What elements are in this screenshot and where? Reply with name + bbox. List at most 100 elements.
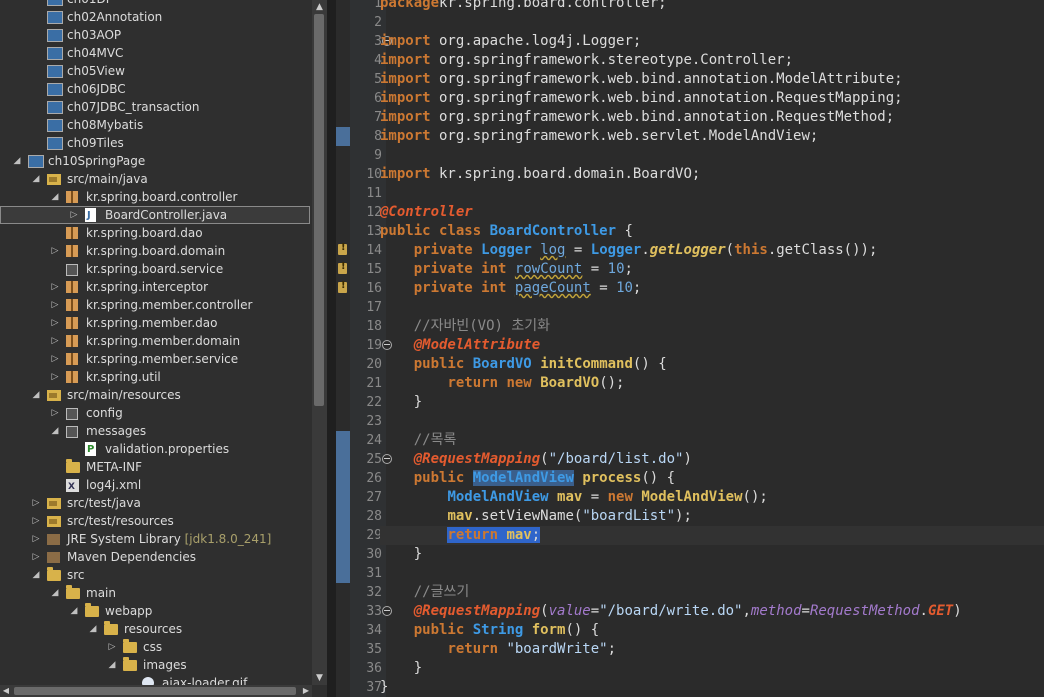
tree-vertical-scrollbar[interactable]: ▲ ▼ — [312, 0, 327, 685]
code-line[interactable]: private Logger log = Logger.getLogger(th… — [380, 241, 1044, 260]
expand-arrow-icon[interactable]: ▷ — [31, 512, 41, 530]
code-line[interactable]: packagekr.spring.board.controller; — [380, 0, 1044, 13]
collapse-arrow-icon[interactable]: ◢ — [50, 584, 60, 602]
code-line[interactable] — [380, 146, 1044, 165]
scrollbar-thumb[interactable] — [14, 687, 296, 695]
tree-item[interactable]: ◢ src — [0, 566, 310, 584]
tree-item[interactable]: ◢ main — [0, 584, 310, 602]
tree-item[interactable]: kr.spring.board.service — [0, 260, 310, 278]
tree-item[interactable]: ▷ src/test/resources — [0, 512, 310, 530]
expand-arrow-icon[interactable]: ▷ — [50, 404, 60, 422]
code-line[interactable]: return new BoardVO(); — [380, 374, 1044, 393]
collapse-arrow-icon[interactable]: ◢ — [50, 422, 60, 440]
code-line[interactable]: //자바빈(VO) 초기화 — [380, 317, 1044, 336]
collapse-arrow-icon[interactable]: ◢ — [31, 566, 41, 584]
collapse-arrow-icon[interactable]: ◢ — [31, 170, 41, 188]
warning-marker-icon[interactable] — [338, 280, 349, 294]
code-line[interactable]: //목록 — [380, 431, 1044, 450]
code-line[interactable]: public BoardVO initCommand() { — [380, 355, 1044, 374]
tree-item[interactable]: ◢ src/main/resources — [0, 386, 310, 404]
code-line[interactable]: @RequestMapping(value="/board/write.do",… — [380, 602, 1044, 621]
code-line[interactable]: import org.springframework.web.bind.anno… — [380, 70, 1044, 89]
tree-item[interactable]: log4j.xml — [0, 476, 310, 496]
code-line[interactable]: import org.springframework.stereotype.Co… — [380, 51, 1044, 70]
expand-arrow-icon[interactable]: ▷ — [31, 530, 41, 548]
tree-item[interactable]: ◢ src/main/java — [0, 170, 310, 188]
expand-arrow-icon[interactable]: ▷ — [50, 314, 60, 332]
code-line[interactable]: } — [380, 545, 1044, 564]
tree-item[interactable]: ▷ JRE System Library [jdk1.8.0_241] — [0, 530, 310, 548]
tree-item[interactable]: ▷ Maven Dependencies — [0, 548, 310, 566]
tree-horizontal-scrollbar[interactable]: ◀ ▶ — [0, 685, 312, 697]
warning-marker-icon[interactable] — [338, 242, 349, 256]
code-line[interactable] — [380, 412, 1044, 431]
tree-item[interactable]: ▷ kr.spring.member.dao — [0, 314, 310, 332]
code-line[interactable]: @RequestMapping("/board/list.do") — [380, 450, 1044, 469]
code-line[interactable]: } — [380, 678, 1044, 697]
tree-item[interactable]: ◢ webapp — [0, 602, 310, 620]
tree-item[interactable]: kr.spring.board.dao — [0, 224, 310, 242]
code-line[interactable] — [380, 184, 1044, 203]
expand-arrow-icon[interactable]: ▷ — [50, 332, 60, 350]
tree-item[interactable]: ◢ ch10SpringPage — [0, 152, 310, 170]
code-line[interactable]: @Controller — [380, 203, 1044, 222]
tree-item[interactable]: ch01DI — [0, 0, 310, 8]
tree-item[interactable]: ch03AOP — [0, 26, 310, 44]
expand-arrow-icon[interactable]: ▷ — [31, 494, 41, 512]
code-line[interactable]: //글쓰기 — [380, 583, 1044, 602]
tree-item[interactable]: ◢ kr.spring.board.controller — [0, 188, 310, 206]
collapse-arrow-icon[interactable]: ◢ — [88, 620, 98, 638]
warning-marker-icon[interactable] — [338, 261, 349, 275]
scroll-left-arrow-icon[interactable]: ◀ — [0, 685, 12, 697]
tree-item[interactable]: ◢ messages — [0, 422, 310, 440]
tree-item[interactable]: ▷ kr.spring.util — [0, 368, 310, 386]
code-line[interactable] — [380, 13, 1044, 32]
expand-arrow-icon[interactable]: ▷ — [31, 548, 41, 566]
tree-item[interactable]: ▷ kr.spring.board.domain — [0, 242, 310, 260]
scroll-up-arrow-icon[interactable]: ▲ — [312, 0, 327, 14]
tree-item[interactable]: ch06JDBC — [0, 80, 310, 98]
code-line[interactable]: private int rowCount = 10; — [380, 260, 1044, 279]
code-line[interactable]: public String form() { — [380, 621, 1044, 640]
tree-item[interactable]: ▷ css — [0, 638, 310, 656]
tree-item[interactable]: ▷ kr.spring.interceptor — [0, 278, 310, 296]
collapse-arrow-icon[interactable]: ◢ — [69, 602, 79, 620]
code-line[interactable]: return "boardWrite"; — [380, 640, 1044, 659]
expand-arrow-icon[interactable]: ▷ — [50, 350, 60, 368]
code-editor[interactable]: 1234567891011121314151617181920212223242… — [336, 0, 1044, 697]
code-line[interactable]: public class BoardController { — [380, 222, 1044, 241]
code-line[interactable]: @ModelAttribute — [380, 336, 1044, 355]
code-line[interactable]: return mav; — [380, 526, 1044, 545]
code-line[interactable]: public ModelAndView process() { — [380, 469, 1044, 488]
code-line[interactable]: ModelAndView mav = new ModelAndView(); — [380, 488, 1044, 507]
tree-item[interactable]: ch09Tiles — [0, 134, 310, 152]
tree-item[interactable]: ▷ kr.spring.member.service — [0, 350, 310, 368]
code-line[interactable]: } — [380, 659, 1044, 678]
code-line[interactable]: import org.apache.log4j.Logger; — [380, 32, 1044, 51]
tree-item[interactable]: ch04MVC — [0, 44, 310, 62]
collapse-arrow-icon[interactable]: ◢ — [50, 188, 60, 206]
expand-arrow-icon[interactable]: ▷ — [50, 242, 60, 260]
tree-item[interactable]: ▷ kr.spring.member.controller — [0, 296, 310, 314]
code-line[interactable]: import org.springframework.web.bind.anno… — [380, 89, 1044, 108]
code-line[interactable]: } — [380, 393, 1044, 412]
expand-arrow-icon[interactable]: ▷ — [50, 368, 60, 386]
tree-item[interactable]: ◢ images — [0, 656, 310, 674]
tree-item[interactable]: validation.properties — [0, 440, 310, 459]
tree-item[interactable]: ◢ resources — [0, 620, 310, 638]
scroll-right-arrow-icon[interactable]: ▶ — [300, 685, 312, 697]
expand-arrow-icon[interactable]: ▷ — [107, 638, 117, 656]
tree-item[interactable]: ch02Annotation — [0, 8, 310, 26]
code-line[interactable]: private int pageCount = 10; — [380, 279, 1044, 298]
scrollbar-thumb[interactable] — [314, 14, 324, 406]
expand-arrow-icon[interactable]: ▷ — [50, 278, 60, 296]
tree-item[interactable]: ▷ kr.spring.member.domain — [0, 332, 310, 350]
code-line[interactable]: import kr.spring.board.domain.BoardVO; — [380, 165, 1044, 184]
tree-item[interactable]: ch08Mybatis — [0, 116, 310, 134]
tree-item[interactable]: ▷ src/test/java — [0, 494, 310, 512]
collapse-arrow-icon[interactable]: ◢ — [31, 386, 41, 404]
code-line[interactable] — [380, 298, 1044, 317]
collapse-arrow-icon[interactable]: ◢ — [107, 656, 117, 674]
expand-arrow-icon[interactable]: ▷ — [69, 206, 79, 224]
tree-item[interactable]: ch07JDBC_transaction — [0, 98, 310, 116]
